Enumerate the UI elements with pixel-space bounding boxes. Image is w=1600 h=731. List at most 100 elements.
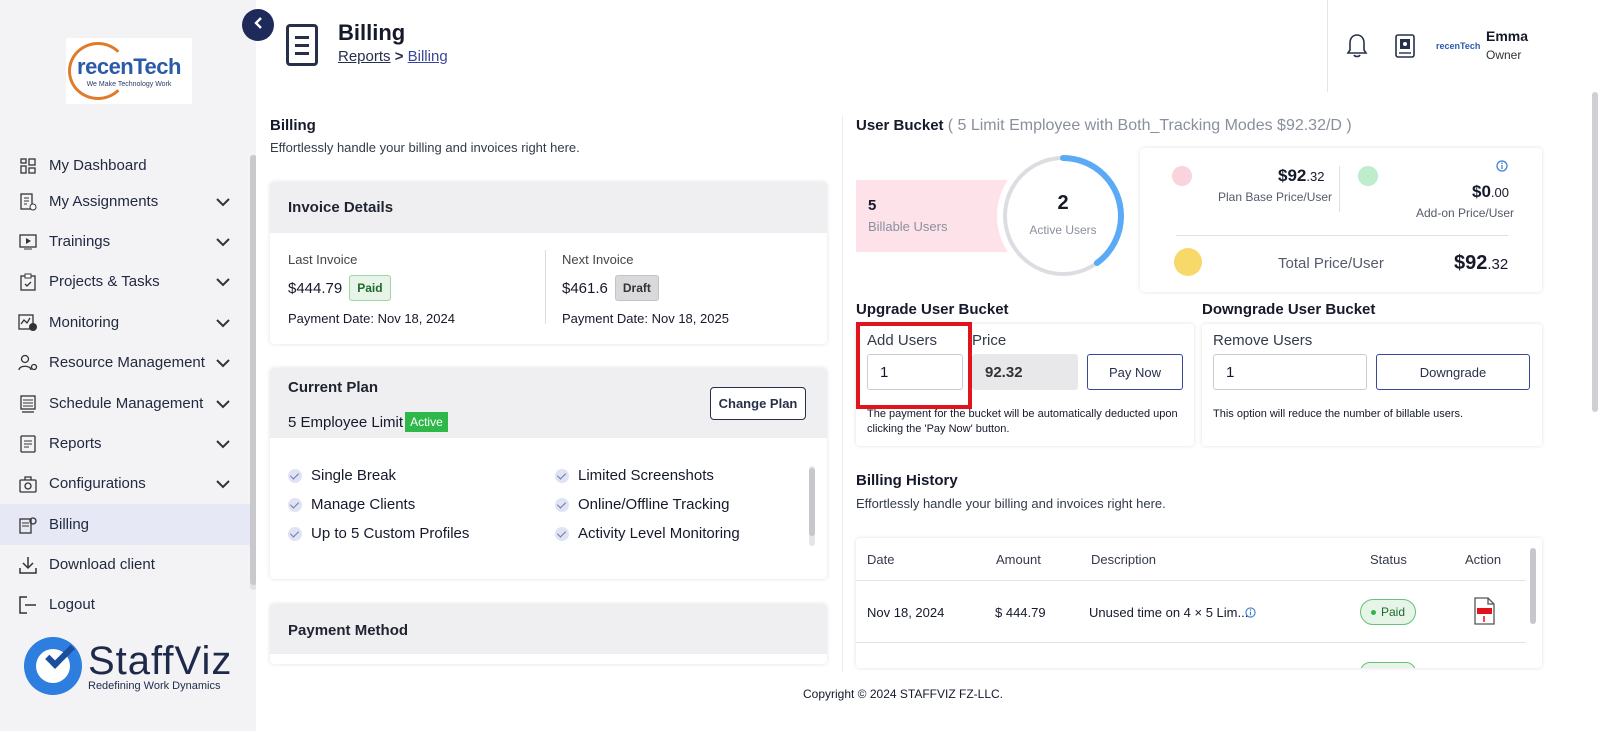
remove-users-input[interactable]: [1213, 354, 1367, 390]
addon-price-main: $0: [1472, 182, 1491, 201]
chevron-down-icon: [216, 396, 230, 413]
chevron-down-icon: [216, 194, 230, 211]
bell-icon[interactable]: [1346, 32, 1368, 61]
info-icon[interactable]: [1496, 160, 1508, 175]
sidebar: recenTech We Make Technology Work My Das…: [0, 0, 257, 731]
invoice-details-card: Invoice Details Last Invoice $444.79 Paid…: [270, 182, 827, 344]
collapse-sidebar-button[interactable]: [242, 9, 274, 41]
check-icon: [555, 526, 569, 541]
sidebar-item-label: My Assignments: [49, 193, 159, 210]
sidebar-item-label: Configurations: [49, 475, 146, 492]
column-header-action[interactable]: Action: [1465, 552, 1501, 567]
downgrade-bucket-card: Remove Users Downgrade This option will …: [1202, 324, 1542, 446]
check-icon: [555, 497, 569, 512]
next-invoice-date: Payment Date: Nov 18, 2025: [562, 311, 729, 326]
breadcrumb-reports[interactable]: Reports: [338, 48, 391, 65]
paid-badge: Paid: [349, 275, 391, 301]
feature-label: Manage Clients: [311, 496, 416, 513]
next-invoice: Next Invoice $461.6 Draft Payment Date: N…: [562, 252, 729, 326]
billing-section-subtitle: Effortlessly handle your billing and inv…: [270, 140, 580, 155]
change-plan-button[interactable]: Change Plan: [710, 387, 806, 420]
sidebar-item-configurations[interactable]: Configurations: [0, 463, 250, 504]
dashboard-icon: [18, 156, 38, 176]
chevron-down-icon: [216, 355, 230, 372]
row-description: Unused time on 4 × 5 Lim...: [1089, 605, 1249, 620]
column-header-description[interactable]: Description: [1091, 552, 1156, 567]
check-icon: [555, 468, 569, 483]
feature-item: Up to 5 Custom Profiles: [288, 525, 469, 542]
coin-pink-icon: [1172, 166, 1192, 186]
price-field: [972, 354, 1078, 390]
footer: Copyright © 2024 STAFFVIZ FZ-LLC.: [256, 672, 1600, 731]
plan-limit: 5 Employee Limit: [288, 413, 404, 431]
user-avatar[interactable]: recenTech: [1436, 35, 1480, 57]
main-content: Billing Effortlessly handle your billing…: [256, 92, 1600, 731]
configurations-icon: [18, 474, 38, 494]
sidebar-item-download-client[interactable]: Download client: [0, 544, 250, 585]
sidebar-item-monitoring[interactable]: Monitoring: [0, 302, 250, 343]
feature-item: Single Break: [288, 467, 396, 484]
features-scrollbar[interactable]: [809, 466, 815, 546]
staffviz-mark-icon: [24, 637, 82, 695]
header: Billing Reports > Billing recenTech Emma…: [256, 0, 1600, 92]
sidebar-item-resource-management[interactable]: Resource Management: [0, 342, 250, 383]
sidebar-item-logout[interactable]: Logout: [0, 584, 250, 623]
feature-label: Up to 5 Custom Profiles: [311, 525, 470, 542]
sidebar-item-my-dashboard[interactable]: My Dashboard: [0, 145, 250, 186]
sidebar-item-reports[interactable]: Reports: [0, 423, 250, 464]
avatar-logo-text: recenTech: [1436, 41, 1481, 51]
next-invoice-label: Next Invoice: [562, 252, 634, 267]
total-price-main: $92: [1454, 252, 1488, 274]
user-bucket-label: User Bucket: [856, 117, 944, 134]
billing-section-title: Billing: [270, 117, 316, 134]
user-bucket-detail: ( 5 Limit Employee with Both_Tracking Mo…: [947, 117, 1352, 134]
info-icon[interactable]: [1245, 606, 1256, 621]
feature-label: Activity Level Monitoring: [578, 525, 740, 542]
column-header-amount[interactable]: Amount: [996, 552, 1041, 567]
column-header-status[interactable]: Status: [1370, 552, 1407, 567]
clipboard-icon: [18, 272, 38, 292]
addon-price: $0.00: [1472, 182, 1509, 202]
row-date: Nov 18, 2024: [867, 605, 945, 620]
sidebar-item-schedule-management[interactable]: Schedule Management: [0, 383, 250, 424]
feature-label: Single Break: [311, 467, 397, 484]
billing-history-subtitle: Effortlessly handle your billing and inv…: [856, 496, 1166, 511]
chevron-down-icon: [216, 476, 230, 493]
breadcrumb-billing[interactable]: Billing: [408, 48, 448, 65]
company-logo: recenTech We Make Technology Work: [66, 38, 192, 104]
chevron-down-icon: [216, 315, 230, 332]
feature-label: Limited Screenshots: [578, 467, 714, 484]
sidebar-item-projects-tasks[interactable]: Projects & Tasks: [0, 261, 250, 302]
pay-now-button[interactable]: Pay Now: [1087, 354, 1183, 390]
column-header-date[interactable]: Date: [867, 552, 894, 567]
current-plan-title: Current Plan: [288, 379, 379, 396]
sidebar-item-trainings[interactable]: Trainings: [0, 221, 250, 262]
user-name[interactable]: Emma: [1486, 28, 1528, 44]
check-icon: [288, 497, 302, 512]
active-users-count: 2: [1057, 192, 1069, 214]
assignments-icon: [18, 192, 38, 212]
downgrade-note: This option will reduce the number of bi…: [1213, 408, 1464, 420]
sidebar-item-billing[interactable]: Billing: [0, 504, 250, 545]
downgrade-button[interactable]: Downgrade: [1376, 354, 1530, 390]
plan-base-price-main: $92: [1278, 166, 1307, 185]
feature-item: Activity Level Monitoring: [555, 525, 740, 542]
check-icon: [288, 526, 302, 541]
breadcrumb-separator-icon: >: [394, 48, 408, 65]
resource-icon: [18, 353, 38, 373]
coin-gold-icon: [1174, 248, 1202, 276]
staffviz-name: StaffViz: [88, 638, 233, 683]
last-invoice-amount: $444.79: [288, 279, 343, 297]
sidebar-item-label: Logout: [49, 596, 95, 613]
row-amount: $ 444.79: [995, 605, 1046, 620]
sidebar-item-my-assignments[interactable]: My Assignments: [0, 181, 250, 222]
plan-base-price: $92.32: [1278, 166, 1324, 186]
plan-base-price-cents: .32: [1306, 169, 1325, 184]
main-scrollbar[interactable]: [1592, 92, 1598, 412]
sidebar-item-label: My Dashboard: [49, 157, 147, 174]
history-scrollbar[interactable]: [1530, 548, 1536, 624]
logout-icon: [18, 595, 38, 615]
pdf-download-icon[interactable]: [1472, 597, 1496, 628]
sidebar-item-label: Schedule Management: [49, 395, 204, 412]
guide-book-icon[interactable]: [1394, 34, 1416, 61]
